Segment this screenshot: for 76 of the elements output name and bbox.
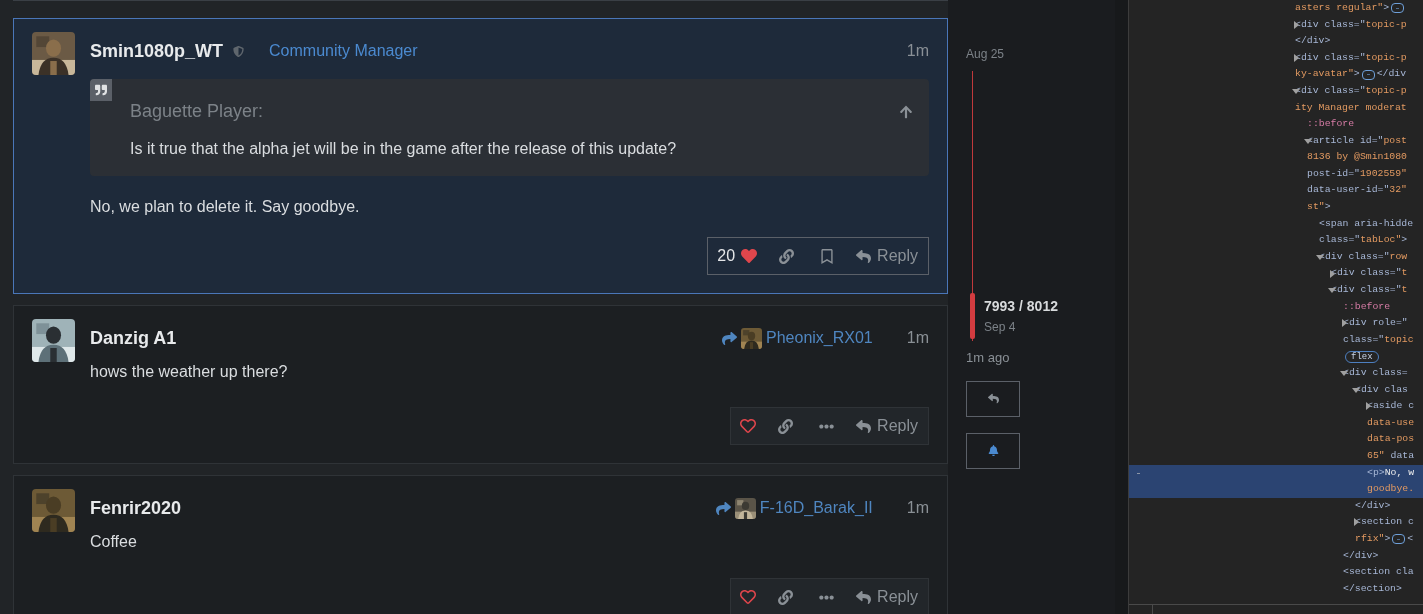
dom-node-line[interactable]: data-use bbox=[1367, 415, 1415, 431]
dom-node-line[interactable]: <p>No, w bbox=[1367, 465, 1415, 481]
quote-author: Baguette Player: bbox=[130, 100, 264, 123]
reply-icon bbox=[987, 393, 999, 404]
pseudo-element[interactable]: ::before bbox=[1343, 299, 1391, 315]
pseudo-element[interactable]: ::before bbox=[1307, 117, 1355, 132]
dom-node-line[interactable]: goodbye. bbox=[1367, 482, 1415, 497]
heart-icon bbox=[741, 248, 758, 264]
quote-icon bbox=[90, 79, 112, 101]
post-body: No, we plan to delete it. Say goodbye. bbox=[90, 197, 361, 217]
reply-icon bbox=[856, 418, 872, 434]
share-arrow-icon bbox=[715, 500, 731, 516]
post-time[interactable]: 1m bbox=[906, 326, 929, 350]
collapsed-arrow-icon[interactable] bbox=[1294, 20, 1299, 29]
dom-node-line[interactable]: <section c bbox=[1355, 515, 1414, 531]
dom-node-line[interactable]: 65" data bbox=[1367, 449, 1415, 464]
dom-node-line[interactable]: class="topic bbox=[1343, 332, 1414, 348]
last-activity: 1m ago bbox=[966, 349, 1011, 367]
dom-node-line[interactable]: data-pos bbox=[1367, 432, 1415, 448]
collapsed-content-icon[interactable] bbox=[1392, 534, 1406, 545]
dom-node-line[interactable]: </div bbox=[1376, 67, 1407, 82]
reply-button[interactable] bbox=[966, 380, 1020, 417]
dom-node-line[interactable]: rfix"> bbox=[1355, 531, 1391, 547]
dom-node-line[interactable]: </div> bbox=[1343, 548, 1379, 564]
bell-icon bbox=[987, 445, 999, 456]
dom-node-line[interactable]: post-id="1902559" bbox=[1307, 166, 1407, 182]
user-title: Community Manager bbox=[269, 41, 418, 61]
reply-button[interactable]: Reply bbox=[847, 238, 928, 274]
dom-node-line[interactable]: <span aria-hidde bbox=[1319, 216, 1414, 232]
reply-icon bbox=[856, 589, 872, 605]
dom-node-line[interactable]: <div class="t bbox=[1331, 266, 1408, 282]
reply-icon bbox=[856, 248, 872, 264]
dom-node-line[interactable]: </div> bbox=[1295, 34, 1331, 49]
notifications-button[interactable] bbox=[966, 432, 1020, 469]
quote-text: Is it true that the alpha jet will be in the game after the release of this update? bbox=[130, 139, 678, 159]
share-arrow-icon bbox=[722, 330, 737, 346]
arrow-up-icon bbox=[899, 104, 913, 119]
dom-node-line[interactable]: <section cla bbox=[1343, 565, 1414, 580]
timeline-position-date: Sep 4 bbox=[984, 318, 1017, 336]
dom-node-line[interactable]: <article id="post bbox=[1307, 133, 1407, 149]
dom-node-line[interactable]: ity Manager moderat bbox=[1295, 100, 1407, 116]
username[interactable]: Danzig A1 bbox=[90, 324, 177, 352]
link-icon bbox=[779, 248, 795, 264]
collapsed-arrow-icon[interactable] bbox=[1294, 53, 1299, 62]
username[interactable]: Smin1080p_WT bbox=[90, 37, 224, 65]
like-count: 20 bbox=[717, 246, 736, 266]
dom-node-line[interactable]: asters regular"> bbox=[1295, 0, 1390, 16]
heart-icon bbox=[740, 589, 757, 605]
dom-node-line[interactable]: 8136 by @Smin1080 bbox=[1307, 150, 1407, 165]
collapsed-content-icon[interactable] bbox=[1391, 3, 1405, 14]
timeline-position: 7993 / 8012 bbox=[984, 296, 1058, 316]
dom-node-line[interactable]: </div> bbox=[1355, 498, 1391, 514]
like-button[interactable]: 20 bbox=[708, 238, 767, 274]
dom-node-line[interactable]: class="tabLoc"> bbox=[1319, 233, 1408, 248]
timeline-start-date[interactable]: Aug 25 bbox=[966, 45, 1115, 63]
timeline-handle[interactable] bbox=[970, 292, 975, 339]
reply-to-link[interactable]: Pheonix_RX01 bbox=[722, 326, 873, 350]
dom-node-line[interactable]: </section> bbox=[1343, 581, 1402, 597]
post-time[interactable]: 1m bbox=[906, 496, 929, 520]
reply-button[interactable]: Reply bbox=[847, 579, 928, 614]
link-icon bbox=[778, 418, 794, 434]
reply-to-link[interactable]: F-16D_Barak_II bbox=[715, 496, 873, 520]
heart-icon bbox=[740, 418, 757, 434]
bookmark-icon bbox=[820, 248, 835, 264]
post-body: hows the weather up there? bbox=[90, 362, 289, 382]
dom-node-line[interactable]: st"> bbox=[1307, 200, 1331, 215]
dom-node-line[interactable]: ky-avatar"> bbox=[1295, 67, 1360, 82]
dom-node-line[interactable]: < bbox=[1407, 531, 1414, 547]
collapsed-content-icon[interactable] bbox=[1361, 69, 1375, 80]
post-body: Coffee bbox=[90, 532, 138, 552]
username[interactable]: Fenrir2020 bbox=[90, 494, 182, 522]
dom-node-line[interactable]: data-user-id="32" bbox=[1307, 183, 1407, 199]
dom-node-line[interactable]: <aside c bbox=[1367, 399, 1415, 414]
reply-button[interactable]: Reply bbox=[847, 408, 928, 444]
link-icon bbox=[778, 589, 794, 605]
post-time[interactable]: 1m bbox=[906, 39, 929, 63]
